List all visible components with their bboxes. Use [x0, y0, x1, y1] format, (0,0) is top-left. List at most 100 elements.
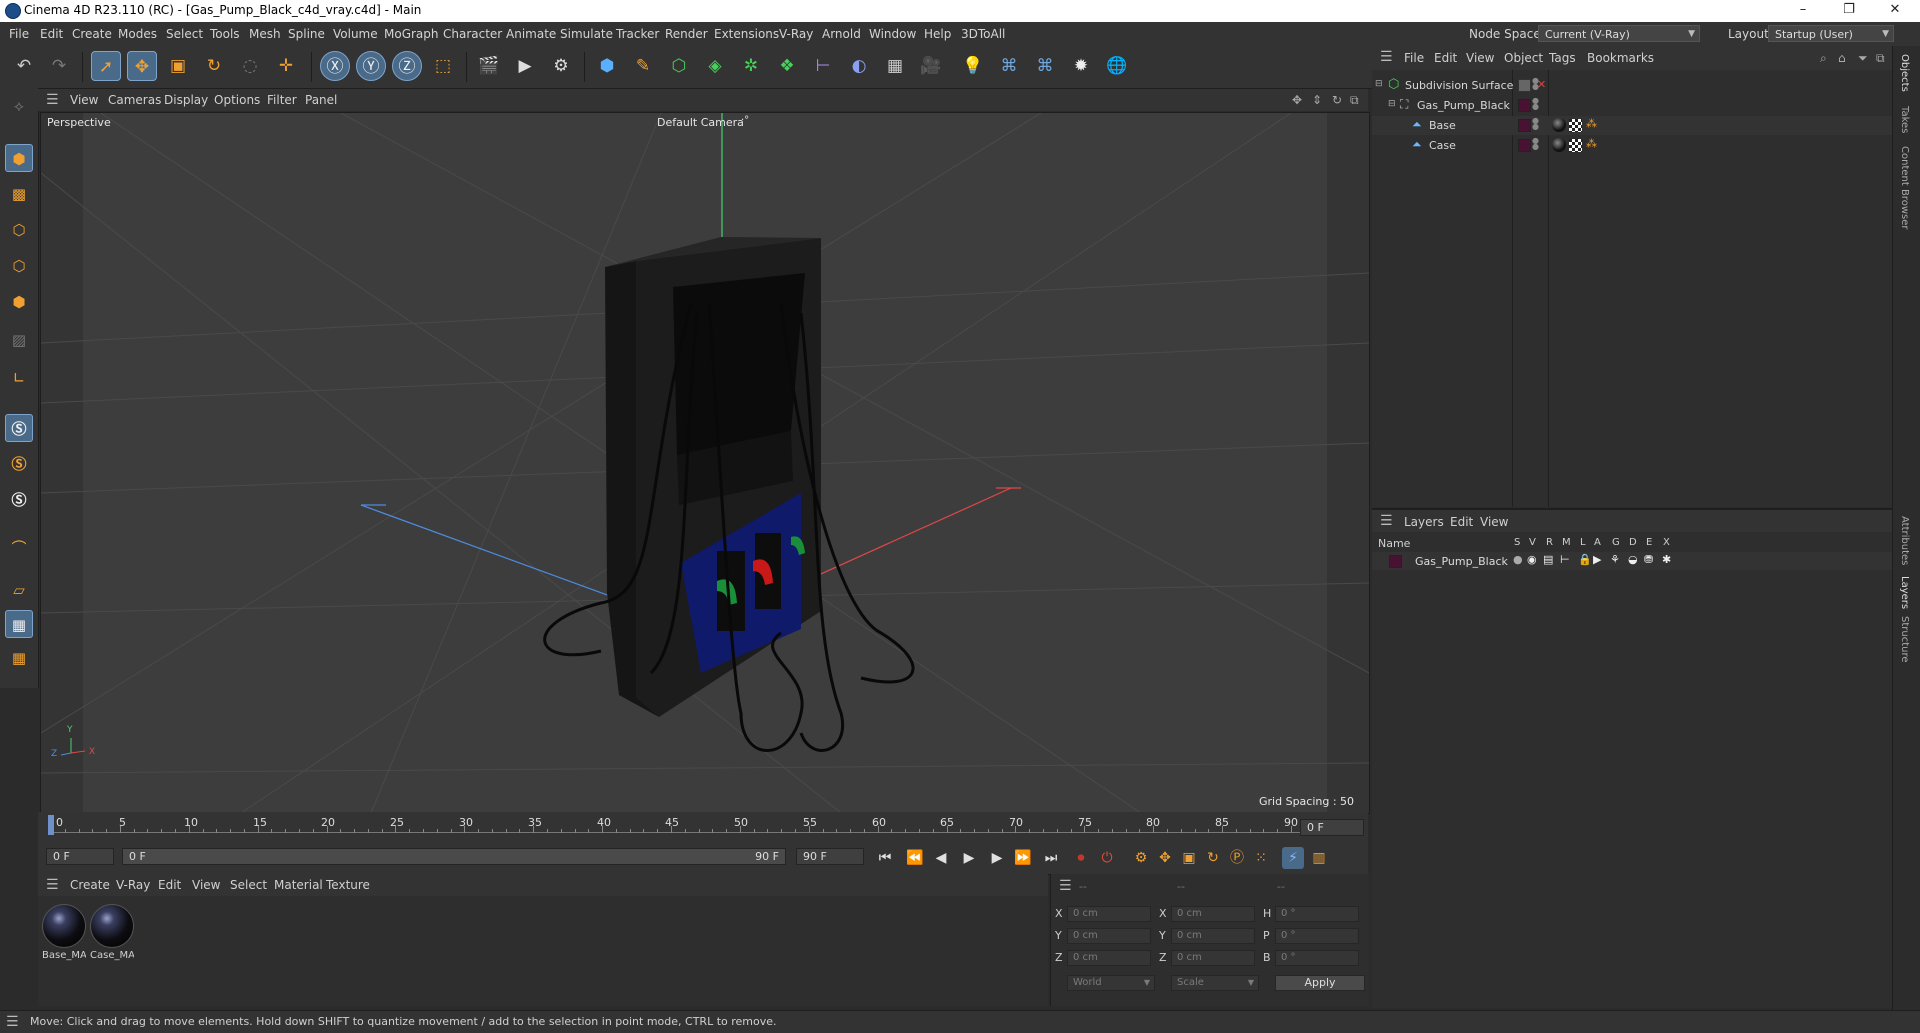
magnet-icon[interactable]: ⌒ — [5, 534, 33, 562]
undo-icon[interactable]: ↶ — [9, 51, 39, 81]
workplane-snap-icon[interactable]: Ⓢ — [5, 486, 33, 514]
viewport-menu-panel[interactable]: Panel — [305, 93, 337, 107]
size-y-field[interactable]: 0 cm — [1171, 928, 1255, 944]
generator-icon[interactable]: ⚘ — [1610, 553, 1620, 566]
filter-icon[interactable]: ⏷ — [1858, 51, 1868, 66]
layer-swatch[interactable] — [1518, 139, 1531, 152]
object-row-gas-pump-black[interactable]: ⊟ ⛶ Gas_Pump_Black ● ● — [1372, 96, 1892, 115]
rotation-b-field[interactable]: 0 ° — [1275, 950, 1359, 966]
x-axis-lock-icon[interactable]: Ⓧ — [320, 51, 350, 81]
mat-menu-texture[interactable]: Texture — [326, 878, 370, 892]
minimize-button[interactable]: – — [1780, 0, 1826, 22]
layer-row[interactable]: Gas_Pump_Black ● ◉ ▤ ⊢ 🔒 ▶ ⚘ ◒ ⛃ ✱ — [1372, 552, 1892, 570]
record-keys-icon[interactable]: ⏺ — [1070, 847, 1092, 869]
layer-col-animation[interactable]: A — [1594, 537, 1601, 548]
menu-render[interactable]: Render — [665, 27, 708, 41]
menu-help[interactable]: Help — [924, 27, 951, 41]
layer-swatch[interactable] — [1518, 79, 1531, 92]
close-button[interactable]: ✕ — [1872, 0, 1918, 22]
timeline-window-icon[interactable]: ▥ — [1308, 847, 1330, 869]
menu-3dtoall[interactable]: 3DToAll — [961, 27, 1005, 41]
obj-menu-view[interactable]: View — [1466, 51, 1494, 65]
previous-frame-icon[interactable]: ◀ — [930, 847, 952, 869]
tab-takes[interactable]: Takes — [1899, 106, 1910, 133]
hamburger-menu-icon[interactable]: ☰ — [46, 93, 60, 107]
move-tool-icon[interactable]: ✥ — [127, 51, 157, 81]
camera-icon[interactable]: 🎥 — [916, 51, 946, 81]
keyframe-selection-icon[interactable]: ⚙ — [1130, 847, 1152, 869]
tab-attributes[interactable]: Attributes — [1899, 516, 1910, 565]
obj-menu-bookmarks[interactable]: Bookmarks — [1587, 51, 1654, 65]
menu-select[interactable]: Select — [166, 27, 203, 41]
lock-icon[interactable]: 🔒 — [1578, 553, 1592, 566]
uvw-tag-icon[interactable] — [1569, 119, 1582, 132]
rotation-p-field[interactable]: 0 ° — [1275, 928, 1359, 944]
material-tag-icon[interactable] — [1552, 138, 1566, 152]
python-generator-icon[interactable]: ⌘ — [1030, 51, 1060, 81]
coord-mode-dropdown[interactable]: Scale ▼ — [1171, 975, 1259, 991]
menu-tools[interactable]: Tools — [210, 27, 240, 41]
render-picture-viewer-icon[interactable]: ▶ — [510, 51, 540, 81]
frame-range-slider[interactable]: 0 F 90 F — [122, 848, 786, 865]
layer-color-swatch[interactable] — [1389, 555, 1402, 568]
layer-col-view[interactable]: V — [1529, 537, 1536, 548]
layer-col-generators[interactable]: G — [1612, 537, 1620, 548]
viewport-menu-options[interactable]: Options — [214, 93, 260, 107]
render-settings-icon[interactable]: ⚙ — [546, 51, 576, 81]
menu-character[interactable]: Character — [443, 27, 502, 41]
mat-menu-edit[interactable]: Edit — [158, 878, 181, 892]
layer-col-render[interactable]: R — [1546, 537, 1553, 548]
render-clapper-icon[interactable]: ▤ — [1543, 553, 1553, 566]
menu-window[interactable]: Window — [869, 27, 916, 41]
obj-menu-file[interactable]: File — [1404, 51, 1424, 65]
solo-dot-icon[interactable]: ● — [1513, 553, 1523, 566]
menu-mesh[interactable]: Mesh — [249, 27, 281, 41]
deformer-icon[interactable]: ⊢ — [808, 51, 838, 81]
subdivision-surface-icon[interactable]: ⬡ — [664, 51, 694, 81]
layout-dropdown[interactable]: Startup (User) ▼ — [1768, 25, 1894, 42]
hierarchy-icon[interactable]: ⊢ — [1560, 553, 1570, 566]
layer-col-locked[interactable]: L — [1580, 537, 1586, 548]
snap-icon[interactable]: Ⓢ — [5, 414, 33, 442]
scale-key-icon[interactable]: ▣ — [1178, 847, 1200, 869]
menu-file[interactable]: File — [9, 27, 29, 41]
parameter-key-icon[interactable]: Ⓟ — [1226, 847, 1248, 869]
menu-arnold[interactable]: Arnold — [822, 27, 861, 41]
deformer-icon[interactable]: ◒ — [1628, 553, 1638, 566]
go-to-end-icon[interactable]: ⏭ — [1040, 847, 1062, 869]
obj-menu-edit[interactable]: Edit — [1434, 51, 1457, 65]
mograph-fracture-icon[interactable]: ❖ — [772, 51, 802, 81]
snap-settings-icon[interactable]: Ⓢ — [5, 450, 33, 478]
layer-col-solo[interactable]: S — [1514, 537, 1520, 548]
hamburger-menu-icon[interactable]: ☰ — [1059, 879, 1073, 893]
grid-icon[interactable]: ▦ — [5, 610, 33, 638]
menu-vray[interactable]: V-Ray — [779, 27, 813, 41]
pan-view-icon[interactable]: ✥ — [1292, 93, 1302, 107]
search-icon[interactable]: ⌕ — [1820, 51, 1827, 66]
layer-col-expressions[interactable]: E — [1646, 537, 1652, 548]
object-row-case[interactable]: ⏶ Case ● ● ⁂ — [1372, 136, 1892, 155]
menu-spline[interactable]: Spline — [288, 27, 325, 41]
mat-menu-material[interactable]: Material — [274, 878, 323, 892]
tab-layers[interactable]: Layers — [1899, 576, 1910, 609]
next-key-icon[interactable]: ⏩ — [1012, 847, 1034, 869]
layer-menu-edit[interactable]: Edit — [1450, 515, 1473, 529]
menu-animate[interactable]: Animate — [506, 27, 556, 41]
size-x-field[interactable]: 0 cm — [1171, 906, 1255, 922]
select-arrow-icon[interactable]: ➚ — [91, 51, 121, 81]
mat-menu-select[interactable]: Select — [230, 878, 267, 892]
position-y-field[interactable]: 0 cm — [1067, 928, 1151, 944]
obj-menu-tags[interactable]: Tags — [1549, 51, 1576, 65]
hamburger-menu-icon[interactable]: ☰ — [6, 1015, 20, 1029]
menu-mograph[interactable]: MoGraph — [384, 27, 439, 41]
vray-settings-icon[interactable]: ✹ — [1066, 51, 1096, 81]
rotate-view-icon[interactable]: ↻ — [1332, 93, 1342, 107]
edges-mode-icon[interactable]: ⬡ — [5, 252, 33, 280]
render-view-icon[interactable]: 🎬 — [474, 51, 504, 81]
expression-icon[interactable]: ⛃ — [1644, 553, 1653, 566]
z-axis-lock-icon[interactable]: Ⓩ — [392, 51, 422, 81]
size-z-field[interactable]: 0 cm — [1171, 950, 1255, 966]
mat-menu-vray[interactable]: V-Ray — [116, 878, 150, 892]
viewport-camera-name[interactable]: Default Camera — [657, 116, 744, 129]
menu-simulate[interactable]: Simulate — [560, 27, 613, 41]
